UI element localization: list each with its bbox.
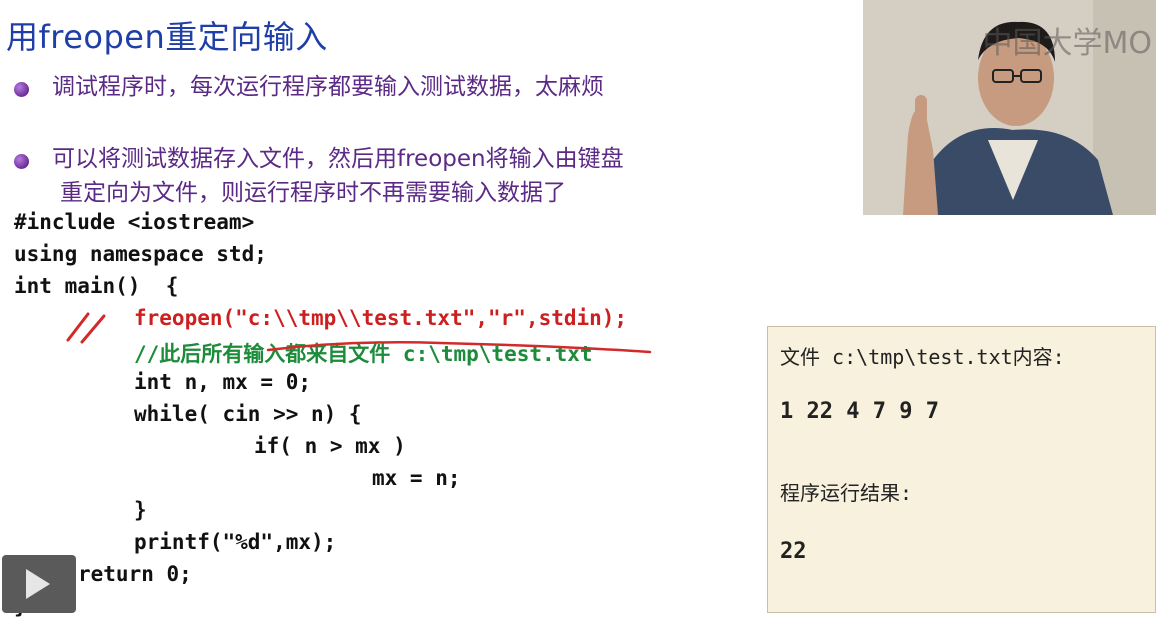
output-panel: 文件 c:\tmp\test.txt内容: 1 22 4 7 9 7 程序运行结… [767,326,1156,613]
result-value: 22 [780,539,807,564]
code-line: int n, mx = 0; [134,370,312,394]
result-label: 程序运行结果: [780,481,913,505]
code-line: } [134,498,147,522]
code-line: int main() { [14,274,179,298]
code-line-freopen: freopen("c:\\tmp\\test.txt","r",stdin); [134,306,628,330]
bullet-dot-icon [14,154,29,169]
bullet-dot-icon [14,82,29,97]
bullet-text: 可以将测试数据存入文件，然后用freopen将输入由键盘 [52,146,624,172]
presenter-video: 中国大学MO [863,0,1156,215]
bullet-text-continuation: 重定向为文件，则运行程序时不再需要输入数据了 [60,180,566,206]
slide-title: 用freopen重定向输入 [6,18,328,56]
code-line: #include <iostream> [14,210,255,234]
code-line: using namespace std; [14,242,267,266]
file-label: 文件 c:\tmp\test.txt内容: [780,345,1065,369]
file-content: 1 22 4 7 9 7 [780,399,939,424]
code-line: while( cin >> n) { [134,402,362,426]
code-comment: //此后所有输入都来自文件 c:\tmp\test.txt [134,342,593,366]
code-line: printf("%d",mx); [134,530,337,554]
play-button[interactable] [2,555,76,613]
code-line: mx = n; [372,466,461,490]
play-icon [26,569,50,599]
code-line: return 0; [78,562,192,586]
watermark-text: 中国大学MO [982,26,1153,61]
code-line: if( n > mx ) [254,434,406,458]
bullet-text: 调试程序时，每次运行程序都要输入测试数据，太麻烦 [52,74,604,100]
